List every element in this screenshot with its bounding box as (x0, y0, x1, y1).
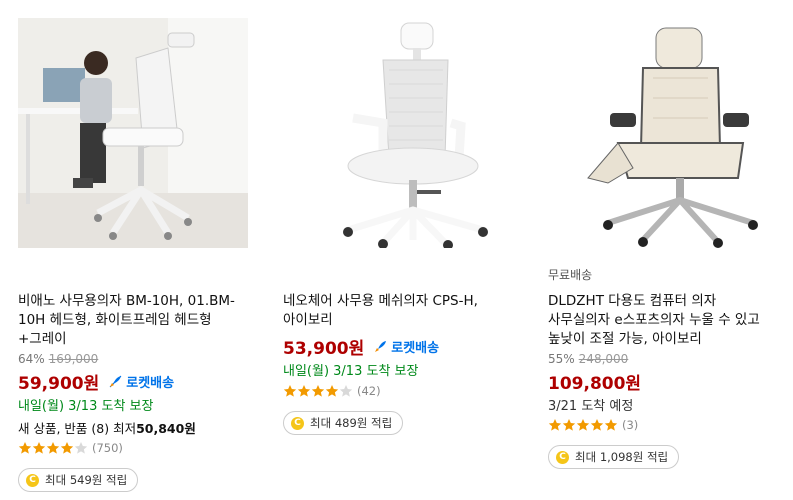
star-icon (604, 419, 618, 431)
product-image[interactable] (283, 18, 513, 250)
star-icon (548, 419, 562, 431)
review-count: (750) (92, 441, 123, 455)
rating: (750) (18, 441, 123, 455)
product-image[interactable] (18, 18, 248, 248)
delivery-info: 내일(월) 3/13 도착 보장 (283, 364, 419, 379)
cashback-label: 최대 1,098원 적립 (575, 450, 669, 464)
rocket-label: 로켓배송 (126, 376, 175, 391)
cashback-badge: C 최대 1,098원 적립 (548, 445, 680, 469)
price-row: 53,900원 로켓배송 (283, 334, 439, 359)
star-icon (576, 419, 590, 431)
sale-price: 59,900원 (18, 374, 100, 394)
star-icon (60, 442, 74, 454)
product-name[interactable]: 비애노 사무용의자 BM-10H, 01.BM-10H 헤드형, 화이트프레임 … (18, 292, 250, 349)
product-card[interactable]: 네오체어 사무용 메쉬의자 CPS-H, 아이보리 53,900원 로켓배송 내… (283, 0, 523, 500)
price-row: 59,900원 로켓배송 (18, 369, 174, 394)
star-icon (32, 442, 46, 454)
used-item-info[interactable]: 새 상품, 반품 (8) 최저50,840원 (18, 418, 196, 437)
cashback-label: 최대 489원 적립 (310, 416, 393, 430)
rocket-icon (109, 375, 122, 387)
star-icon (311, 385, 325, 397)
rocket-delivery-badge: 로켓배송 (107, 372, 174, 391)
star-icon (46, 442, 60, 454)
cash-coin-icon: C (291, 416, 304, 430)
delivery-info: 내일(월) 3/13 도착 보장 (18, 399, 154, 414)
review-count: (3) (622, 418, 639, 432)
discount-rate: 55% (548, 352, 575, 366)
star-icon (590, 419, 604, 431)
star-icon (74, 442, 88, 454)
product-card[interactable]: 비애노 사무용의자 BM-10H, 01.BM-10H 헤드형, 화이트프레임 … (18, 0, 258, 500)
free-shipping-badge: 무료배송 (548, 268, 593, 282)
cashback-label: 최대 549원 적립 (45, 473, 128, 487)
discount-info: 55% 248,000 (548, 352, 628, 366)
discount-rate: 64% (18, 352, 45, 366)
rocket-delivery-badge: 로켓배송 (372, 337, 439, 356)
discount-info: 64% 169,000 (18, 352, 98, 366)
product-grid: 비애노 사무용의자 BM-10H, 01.BM-10H 헤드형, 화이트프레임 … (0, 0, 793, 500)
delivery-info: 3/21 도착 예정 (548, 399, 634, 414)
star-icon (339, 385, 353, 397)
cashback-badge: C 최대 549원 적립 (18, 468, 139, 492)
product-image[interactable] (548, 18, 778, 248)
star-icon (562, 419, 576, 431)
review-count: (42) (357, 384, 381, 398)
product-name[interactable]: DLDZHT 다용도 컴퓨터 의자 사무실의자 e스포츠의자 누울 수 있고 높… (548, 292, 780, 349)
star-icon (283, 385, 297, 397)
cashback-badge: C 최대 489원 적립 (283, 411, 404, 435)
star-icon (18, 442, 32, 454)
rocket-icon (375, 340, 387, 352)
rating: (42) (283, 384, 381, 398)
rocket-label: 로켓배송 (391, 341, 440, 356)
cash-coin-icon: C (556, 450, 569, 464)
rating: (3) (548, 418, 638, 432)
price-row: 109,800원 (548, 369, 641, 394)
star-rating (18, 441, 88, 455)
star-icon (325, 385, 339, 397)
sale-price: 53,900원 (283, 339, 365, 359)
product-card[interactable]: 무료배송 DLDZHT 다용도 컴퓨터 의자 사무실의자 e스포츠의자 누울 수… (548, 0, 788, 500)
star-icon (297, 385, 311, 397)
cash-coin-icon: C (26, 473, 39, 487)
sale-price: 109,800원 (548, 374, 642, 394)
star-rating (548, 418, 618, 432)
original-price: 169,000 (48, 352, 99, 366)
used-item-prefix: 새 상품, 반품 (8) 최저 (18, 421, 137, 436)
used-item-lowest-price: 50,840원 (136, 421, 196, 436)
original-price: 248,000 (578, 352, 629, 366)
star-rating (283, 384, 353, 398)
product-name[interactable]: 네오체어 사무용 메쉬의자 CPS-H, 아이보리 (283, 292, 515, 330)
